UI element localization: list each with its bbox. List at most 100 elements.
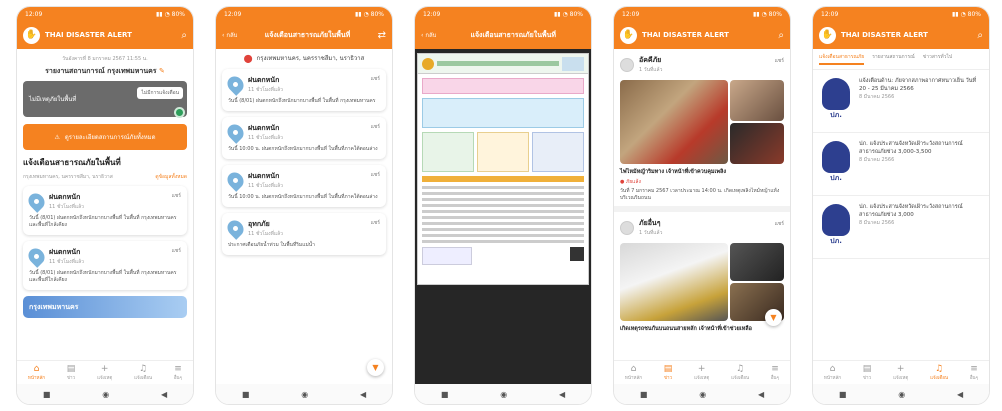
- home-circle-icon[interactable]: ◉: [102, 390, 109, 399]
- news-icon: ▤: [862, 364, 872, 374]
- fire-photo[interactable]: [730, 123, 784, 164]
- notification-item[interactable]: ปภ. แจ้งเตือนด้าน: ภัยจากสภาพอากาศหนาวเย…: [813, 70, 989, 133]
- alert-card-head: ฝนตกหนัก 11 ชั่วโมงที่แล้ว: [224, 121, 380, 144]
- notification-content: ปภ. แจ้งประสานจังหวัดเฝ้าระวังสถานการณ์ส…: [859, 141, 983, 187]
- search-icon[interactable]: ⌕: [778, 30, 784, 41]
- share-button[interactable]: แชร์: [371, 123, 380, 131]
- post-author-block: อัคคีภัย 1 วันที่แล้ว: [639, 55, 662, 74]
- screen-title: แจ้งเตือนสาธารณภัยในพื้นที่: [470, 30, 556, 39]
- post-photos[interactable]: [620, 243, 784, 321]
- recent-apps-icon[interactable]: ■: [640, 390, 648, 399]
- report-location-text: รายงานสถานการณ์ กรุงเทพมหานคร: [45, 67, 157, 75]
- post-tag-label: ภัยแล้ง: [625, 179, 641, 185]
- nav-menu[interactable]: ≡ อื่นๆ: [970, 364, 978, 381]
- back-triangle-icon[interactable]: ◀: [161, 390, 167, 399]
- see-all-link[interactable]: ดูข้อมูลทั้งหมด: [155, 173, 187, 181]
- back-triangle-icon[interactable]: ◀: [360, 390, 366, 399]
- nav-notify[interactable]: ♫ แจ้งเตือน: [134, 364, 152, 381]
- nav-home[interactable]: ⌂ หน้าหลัก: [28, 364, 45, 381]
- area-list: กรุงเทพมหานคร, นครราชสีมา, นราธิวาส: [23, 174, 113, 180]
- back-label: กลับ: [425, 32, 437, 39]
- alert-card-meta: 11 ชั่วโมงที่แล้ว: [248, 183, 283, 189]
- nav-feed[interactable]: ▤ ข่าว: [664, 364, 673, 381]
- nav-feed[interactable]: ▤ ข่าว: [863, 364, 872, 381]
- share-button[interactable]: แชร์: [371, 219, 380, 227]
- home-circle-icon[interactable]: ◉: [500, 390, 507, 399]
- nav-report[interactable]: + แจ้งเหตุ: [97, 364, 112, 381]
- nav-home[interactable]: ⌂ หน้าหลัก: [625, 364, 642, 381]
- back-triangle-icon[interactable]: ◀: [559, 390, 565, 399]
- status-time: 12:09: [25, 10, 43, 18]
- post-meta: 1 วันที่แล้ว: [639, 67, 663, 73]
- status-bar: 12:09 ▮▮ ◔ 80%: [813, 7, 989, 21]
- nav-menu[interactable]: ≡ อื่นๆ: [174, 364, 182, 381]
- alert-card[interactable]: ฝนตกหนัก 11 ชั่วโมงที่แล้ว แชร์ วันนี้ (…: [23, 186, 187, 235]
- phone-feed-screen: 12:09 ▮▮ ◔ 80% ✋ THAI DISASTER ALERT ⌕ อ…: [613, 6, 791, 405]
- nav-feed[interactable]: ▤ ข่าว: [67, 364, 76, 381]
- location-pin-icon: [224, 169, 247, 192]
- truck-photo[interactable]: [730, 243, 784, 281]
- nav-notify[interactable]: ♫ แจ้งเตือน: [731, 364, 749, 381]
- status-icons: ▮▮ ◔ 80%: [952, 10, 981, 18]
- notification-meta: 8 มีนาคม 2566: [859, 220, 895, 227]
- alert-card-titles: ฝนตกหนัก 11 ชั่วโมงที่แล้ว: [248, 123, 283, 142]
- document-page-image[interactable]: [417, 53, 589, 285]
- alert-card[interactable]: อุทกภัย 11 ชั่วโมงที่แล้ว แชร์ ประกาศเตือ…: [222, 213, 386, 255]
- tab-disaster-alerts[interactable]: แจ้งเตือนสาธารณภัย: [819, 53, 865, 65]
- recent-apps-icon[interactable]: ■: [242, 390, 250, 399]
- alert-card[interactable]: ฝนตกหนัก 11 ชั่วโมงที่แล้ว แชร์ วันนี้ 10…: [222, 117, 386, 159]
- province-banner[interactable]: กรุงเทพมหานคร: [23, 296, 187, 318]
- home-circle-icon[interactable]: ◉: [699, 390, 706, 399]
- recent-apps-icon[interactable]: ■: [441, 390, 449, 399]
- filter-fab-icon[interactable]: ▼: [367, 359, 384, 376]
- nav-home[interactable]: ⌂ หน้าหลัก: [824, 364, 841, 381]
- share-button[interactable]: แชร์: [172, 192, 181, 200]
- nav-report[interactable]: + แจ้งเหตุ: [694, 364, 709, 381]
- notification-item[interactable]: ปภ. ปภ. แจ้งประสานจังหวัดเฝ้าระวังสถานกา…: [813, 133, 989, 196]
- post-photos[interactable]: [620, 80, 784, 164]
- tab-general-news[interactable]: ข่าวสารทั่วไป: [923, 53, 952, 65]
- status-bar: 12:09 ▮▮ ◔ 80%: [17, 7, 193, 21]
- alert-card[interactable]: ฝนตกหนัก 11 ชั่วโมงที่แล้ว แชร์ วันนี้ (…: [23, 241, 187, 290]
- fire-photo[interactable]: [730, 80, 784, 121]
- search-icon[interactable]: ⌕: [977, 30, 983, 41]
- share-button[interactable]: แชร์: [172, 247, 181, 255]
- logo-abbr: ปภ.: [830, 111, 842, 119]
- filter-icon[interactable]: ⇄: [378, 30, 386, 41]
- truck-photo[interactable]: [620, 243, 728, 321]
- notification-item[interactable]: ปภ. ปภ. แจ้งประสานจังหวัดเฝ้าระวังสถานกา…: [813, 196, 989, 259]
- alert-card[interactable]: ฝนตกหนัก 11 ชั่วโมงที่แล้ว แชร์ วันนี้ 10…: [222, 165, 386, 207]
- edit-icon[interactable]: ✎: [159, 67, 165, 75]
- share-button[interactable]: แชร์: [371, 75, 380, 83]
- back-button[interactable]: ‹ กลับ: [421, 30, 436, 40]
- nav-notify[interactable]: ♫ แจ้งเตือน: [930, 364, 948, 381]
- alert-card[interactable]: ฝนตกหนัก 11 ชั่วโมงที่แล้ว แชร์ วันนี้ (8…: [222, 69, 386, 111]
- view-all-situations-button[interactable]: ⚠ ดูรายละเอียดสถานการณ์ภัยทั้งหมด: [23, 124, 187, 150]
- recent-apps-icon[interactable]: ■: [839, 390, 847, 399]
- search-icon[interactable]: ⌕: [181, 30, 187, 41]
- filter-fab-icon[interactable]: ▼: [765, 309, 782, 326]
- alert-card-meta: 11 ชั่วโมงที่แล้ว: [248, 231, 283, 237]
- back-triangle-icon[interactable]: ◀: [957, 390, 963, 399]
- home-circle-icon[interactable]: ◉: [301, 390, 308, 399]
- recent-apps-icon[interactable]: ■: [43, 390, 51, 399]
- share-button[interactable]: แชร์: [775, 57, 784, 65]
- home-circle-icon[interactable]: ◉: [898, 390, 905, 399]
- share-button[interactable]: แชร์: [775, 220, 784, 228]
- share-button[interactable]: แชร์: [371, 171, 380, 179]
- phone-home-screen: 12:09 ▮▮ ◔ 80% ✋ THAI DISASTER ALERT ⌕ ว…: [16, 6, 194, 405]
- back-button[interactable]: ‹ กลับ: [222, 30, 237, 40]
- alert-card-body: วันนี้ 10:00 น. ฝนตกหนักถึงหนักมากบางพื้…: [228, 146, 378, 152]
- area-row: กรุงเทพมหานคร, นครราชสีมา, นราธิวาส ดูข้…: [23, 173, 187, 181]
- home-icon: ⌂: [630, 364, 637, 374]
- status-indicator-row: [23, 107, 187, 118]
- feed-post: อัคคีภัย 1 วันที่แล้ว แชร์ ไฟไหม้หญ้าริม…: [614, 49, 790, 206]
- back-triangle-icon[interactable]: ◀: [758, 390, 764, 399]
- nav-report[interactable]: + แจ้งเหตุ: [893, 364, 908, 381]
- status-time: 12:09: [423, 10, 441, 18]
- alert-card-meta: 11 ชั่วโมงที่แล้ว: [248, 135, 283, 141]
- fire-photo[interactable]: [620, 80, 728, 164]
- nav-menu[interactable]: ≡ อื่นๆ: [771, 364, 779, 381]
- nav-feed-label: ข่าว: [862, 376, 872, 381]
- tab-situation-reports[interactable]: รายงานสถานการณ์: [872, 53, 915, 65]
